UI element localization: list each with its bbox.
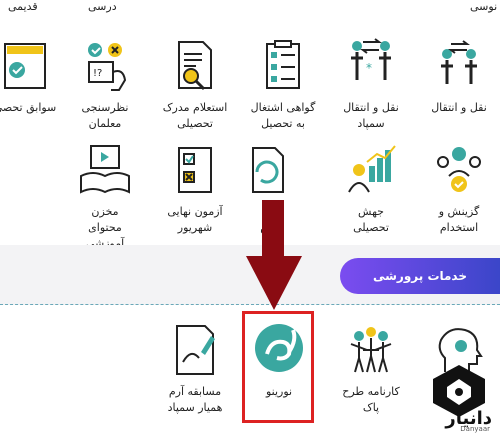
- tile-label: گزینش و استخدام: [438, 205, 480, 234]
- service-tile-recruitment[interactable]: گزینش و استخدام: [414, 142, 500, 236]
- service-tile-content-repository[interactable]: مخزن محتوای آموزشی: [60, 142, 150, 252]
- tile-label: نظرسنجی معلمان: [81, 101, 129, 130]
- clipped-label: درسی: [88, 0, 117, 13]
- transfer-icon: [431, 38, 487, 94]
- service-tile-survey[interactable]: !? نظرسنجی معلمان: [60, 38, 150, 132]
- tile-label: آزمون نهایی شهریور: [167, 205, 223, 234]
- highlight-box: [242, 311, 314, 423]
- tile-label: استعلام مدرک تحصیلی: [162, 101, 228, 130]
- service-tile-final-exam[interactable]: آزمون نهایی شهریور: [150, 142, 240, 236]
- svg-text:*: *: [366, 61, 372, 75]
- tile-label: نقل و انتقال: [431, 101, 487, 114]
- document-search-icon: [167, 38, 223, 94]
- service-tile-study-certificate[interactable]: گواهی اشتغال به تحصیل: [238, 38, 328, 132]
- service-tile-degree-inquiry[interactable]: استعلام مدرک تحصیلی: [150, 38, 240, 132]
- growth-chart-icon: [343, 142, 399, 198]
- clipped-label: قدیمی: [8, 0, 38, 13]
- tile-label: کارنامه طرح پاک: [342, 385, 400, 414]
- service-tile-academic-leap[interactable]: جهش تحصیلی: [326, 142, 416, 236]
- certificate-icon: [0, 38, 53, 94]
- recruit-icon: [431, 142, 487, 198]
- pointer-arrow: [262, 200, 284, 260]
- survey-icon: !?: [77, 38, 133, 94]
- section-title: خدمات پرورشی دانش‌آموزان: [340, 258, 500, 319]
- transfer-icon: *: [343, 38, 399, 94]
- checklist-icon: [255, 38, 311, 94]
- tile-label: نقل و انتقال سمپاد: [343, 101, 399, 130]
- tile-label: جهش تحصیلی: [353, 205, 389, 234]
- service-tile-logo-contest[interactable]: مسابقه آرم همیار سمپاد: [150, 322, 240, 416]
- tile-label: گواهی اشتغال به تحصیل: [250, 101, 316, 130]
- arrow-head-icon: [246, 256, 302, 310]
- service-tile-transfer[interactable]: نقل و انتقال: [414, 38, 500, 116]
- service-tile-pak-report[interactable]: کارنامه طرح پاک: [326, 322, 416, 416]
- children-icon: [343, 322, 399, 378]
- tile-label: مسابقه آرم همیار سمپاد: [167, 385, 223, 414]
- service-tile-transfer-sampad[interactable]: * نقل و انتقال سمپاد: [326, 38, 416, 132]
- exam-icon: [167, 142, 223, 198]
- pen-design-icon: [167, 322, 223, 378]
- clipped-label: نوسی: [470, 0, 498, 13]
- watermark-sub: Danyaar: [460, 425, 490, 433]
- refresh-icon: [239, 142, 295, 198]
- svg-text:!?: !?: [93, 68, 102, 79]
- book-video-icon: [77, 142, 133, 198]
